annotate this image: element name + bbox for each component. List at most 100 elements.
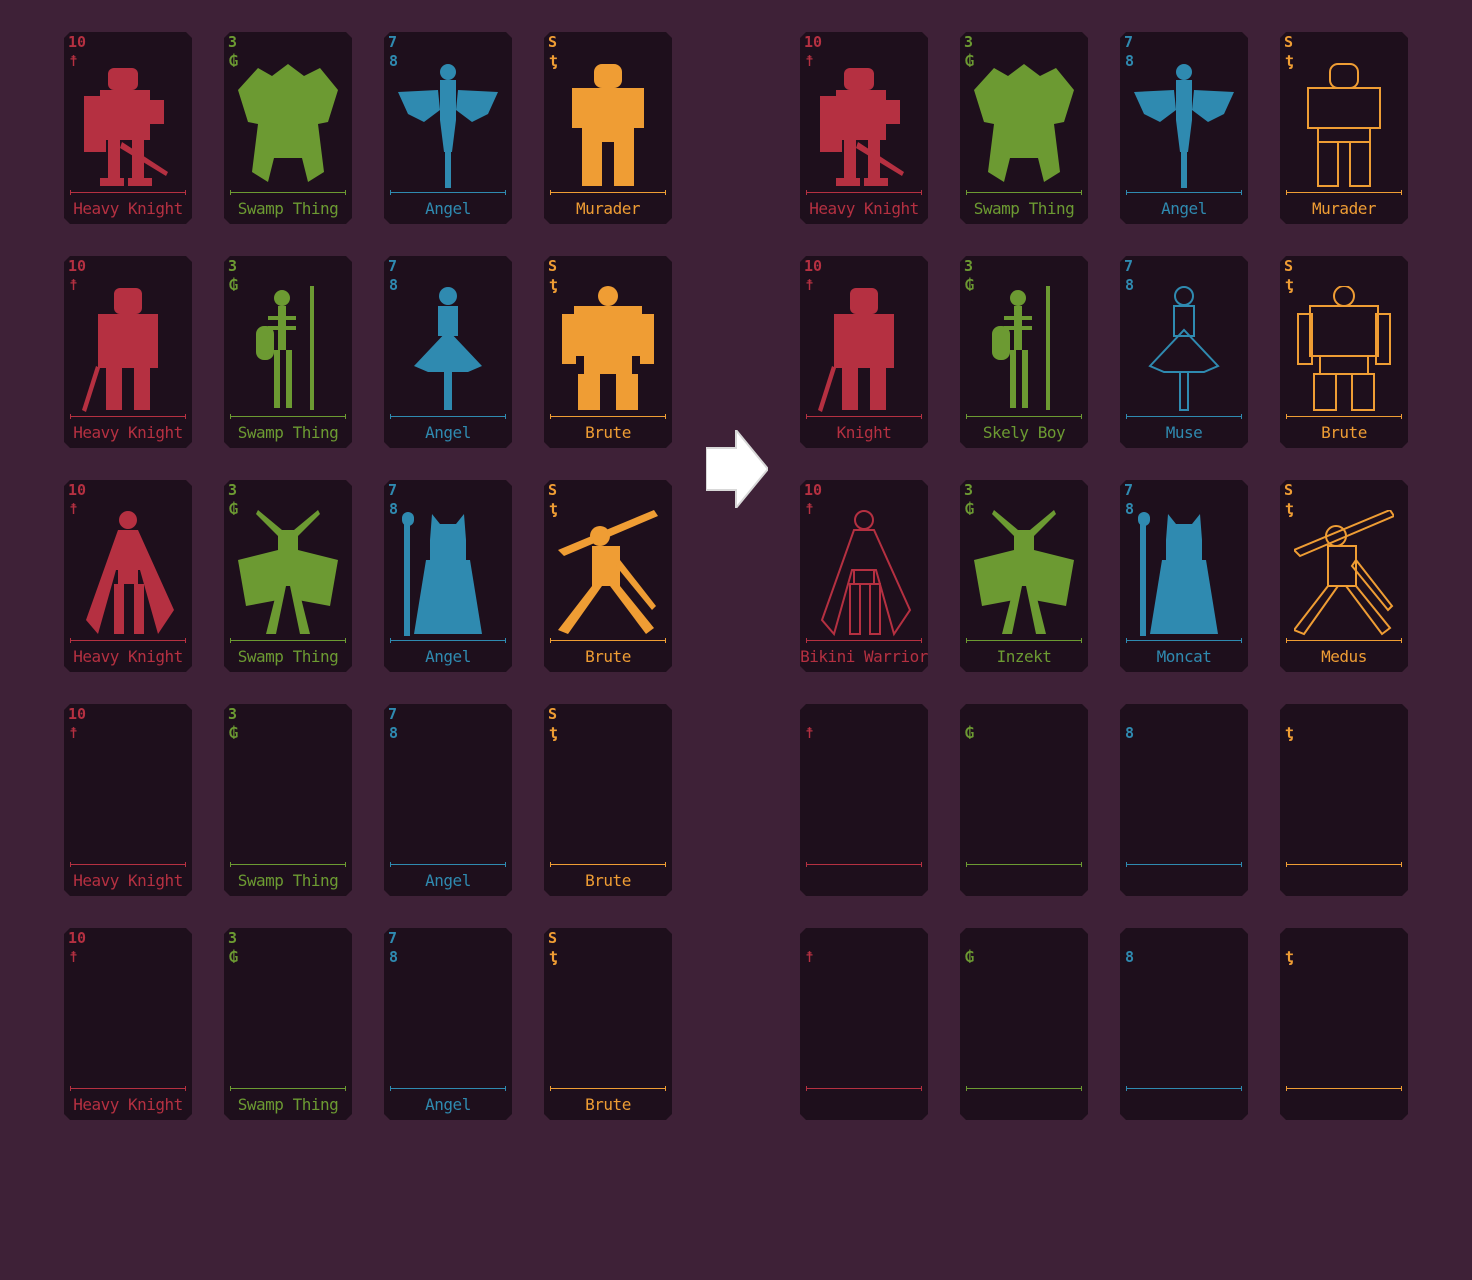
card-name: Angel bbox=[425, 424, 471, 442]
suit-icon: 8 bbox=[389, 724, 399, 742]
card[interactable]: Sƫ Brute bbox=[1280, 256, 1408, 448]
card-rank: 7 bbox=[388, 257, 398, 275]
card[interactable]: 7 8 Angel bbox=[384, 32, 512, 224]
suit-icon: ƫ bbox=[1285, 724, 1295, 742]
suit-icon: ƫ bbox=[549, 724, 559, 742]
card[interactable]: 10 ☨ Heavy Knight bbox=[64, 480, 192, 672]
suit-icon: ☨ bbox=[805, 52, 815, 70]
card[interactable]: 8 bbox=[1120, 704, 1248, 896]
card-name: Moncat bbox=[1156, 648, 1212, 666]
suit-icon: ₲ bbox=[965, 724, 975, 742]
card[interactable]: ☨ bbox=[800, 928, 928, 1120]
card[interactable]: 3 ₲ Swamp Thing bbox=[960, 32, 1088, 224]
card[interactable]: 7 8 Angel bbox=[384, 704, 512, 896]
card-divider bbox=[966, 862, 1082, 867]
card[interactable]: 7 8 Angel bbox=[384, 256, 512, 448]
card[interactable]: Sƫ Brute bbox=[544, 480, 672, 672]
suit-icon: ☨ bbox=[69, 52, 79, 70]
suit-icon: ₲ bbox=[965, 948, 975, 966]
character-art-icon bbox=[1134, 510, 1234, 638]
card[interactable]: 7 8 Moncat bbox=[1120, 480, 1248, 672]
card[interactable]: 7 8 Angel bbox=[1120, 32, 1248, 224]
character-art-icon bbox=[1134, 286, 1234, 414]
card-divider bbox=[230, 638, 346, 643]
card[interactable]: 7 8 Muse bbox=[1120, 256, 1248, 448]
card[interactable]: 3 ₲ Swamp Thing bbox=[224, 704, 352, 896]
card-name: Brute bbox=[585, 424, 631, 442]
card[interactable]: 10 ☨ Heavy Knight bbox=[64, 928, 192, 1120]
card[interactable]: 10 ☨ Heavy Knight bbox=[64, 32, 192, 224]
card-divider bbox=[806, 638, 922, 643]
suit-icon: ƫ bbox=[549, 52, 559, 70]
card-name: Angel bbox=[425, 200, 471, 218]
card[interactable]: Sƫ Brute bbox=[544, 928, 672, 1120]
card[interactable]: 3 ₲ Swamp Thing bbox=[224, 32, 352, 224]
card-name: Heavy Knight bbox=[809, 200, 919, 218]
character-art-icon bbox=[558, 286, 658, 414]
card[interactable]: 10 ☨ Heavy Knight bbox=[800, 32, 928, 224]
card-divider bbox=[550, 190, 666, 195]
character-art-icon bbox=[814, 62, 914, 190]
card-name: Inzekt bbox=[996, 648, 1052, 666]
card-name: Heavy Knight bbox=[73, 648, 183, 666]
card[interactable]: 10 ☨ Heavy Knight bbox=[64, 704, 192, 896]
card-divider bbox=[390, 190, 506, 195]
card-divider bbox=[1286, 1086, 1402, 1091]
character-art-icon bbox=[398, 62, 498, 190]
character-art-icon bbox=[398, 510, 498, 638]
character-art-icon bbox=[1294, 62, 1394, 190]
card-rank: 7 bbox=[1124, 33, 1134, 51]
card-divider bbox=[70, 638, 186, 643]
card[interactable]: 3 ₲ Skely Boy bbox=[960, 256, 1088, 448]
card[interactable]: ƫ bbox=[1280, 704, 1408, 896]
card-name: Brute bbox=[585, 1096, 631, 1114]
card-divider bbox=[550, 1086, 666, 1091]
card[interactable]: 10 ☨ Heavy Knight bbox=[64, 256, 192, 448]
card-divider bbox=[966, 638, 1082, 643]
card[interactable]: 10 ☨ Bikini Warrior bbox=[800, 480, 928, 672]
card[interactable]: 10 ☨ Knight bbox=[800, 256, 928, 448]
card[interactable]: Sƫ Murader bbox=[544, 32, 672, 224]
suit-icon: ƫ bbox=[549, 948, 559, 966]
card[interactable]: 8 bbox=[1120, 928, 1248, 1120]
card-divider bbox=[230, 414, 346, 419]
suit-icon: ₲ bbox=[229, 724, 239, 742]
card[interactable]: Sƫ Brute bbox=[544, 256, 672, 448]
suit-icon: 8 bbox=[1125, 724, 1135, 742]
card-rank: 3 bbox=[228, 257, 238, 275]
suit-icon: ☨ bbox=[805, 500, 815, 518]
card-divider bbox=[1126, 1086, 1242, 1091]
card[interactable]: 7 8 Angel bbox=[384, 480, 512, 672]
card-rank: 10 bbox=[804, 257, 823, 275]
card-rank: 3 bbox=[964, 33, 974, 51]
card[interactable]: ƫ bbox=[1280, 928, 1408, 1120]
card[interactable]: 3 ₲ Inzekt bbox=[960, 480, 1088, 672]
card-rank: 7 bbox=[388, 929, 398, 947]
card-divider bbox=[70, 1086, 186, 1091]
suit-icon: ☨ bbox=[805, 948, 815, 966]
card[interactable]: ☨ bbox=[800, 704, 928, 896]
suit-icon: ƫ bbox=[1285, 948, 1295, 966]
card[interactable]: ₲ bbox=[960, 928, 1088, 1120]
suit-icon: ☨ bbox=[69, 724, 79, 742]
card[interactable]: Sƫ Murader bbox=[1280, 32, 1408, 224]
card[interactable]: 7 8 Angel bbox=[384, 928, 512, 1120]
card[interactable]: ₲ bbox=[960, 704, 1088, 896]
card[interactable]: 3 ₲ Swamp Thing bbox=[224, 928, 352, 1120]
character-art-icon bbox=[238, 510, 338, 638]
card-rank: S bbox=[548, 705, 558, 723]
card[interactable]: 3 ₲ Swamp Thing bbox=[224, 256, 352, 448]
card-name: Heavy Knight bbox=[73, 424, 183, 442]
card-rank: 7 bbox=[388, 705, 398, 723]
suit-icon: ₲ bbox=[965, 276, 975, 294]
card-name: Knight bbox=[836, 424, 892, 442]
suit-icon: ƫ bbox=[1285, 276, 1295, 294]
card[interactable]: Sƫ Brute bbox=[544, 704, 672, 896]
card[interactable]: 3 ₲ Swamp Thing bbox=[224, 480, 352, 672]
suit-icon: ₲ bbox=[229, 948, 239, 966]
card-divider bbox=[1126, 862, 1242, 867]
card-divider bbox=[70, 862, 186, 867]
card[interactable]: Sƫ Medus bbox=[1280, 480, 1408, 672]
card-name: Murader bbox=[1312, 200, 1376, 218]
card-rank: S bbox=[548, 481, 558, 499]
